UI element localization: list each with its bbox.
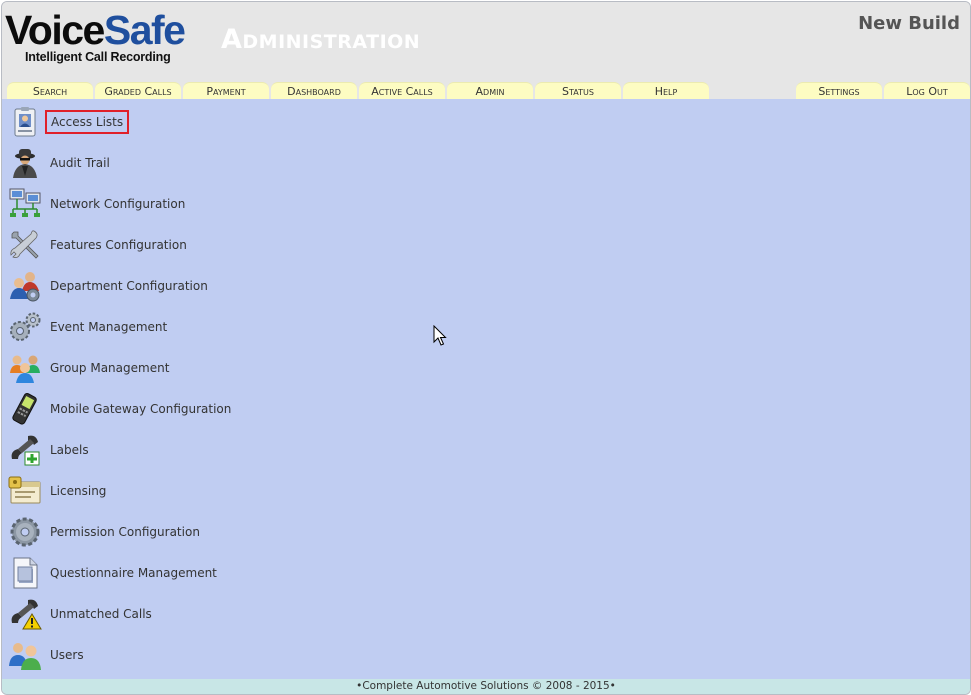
tab-graded-calls[interactable]: Graded Calls <box>95 82 181 100</box>
gears-icon <box>10 312 41 341</box>
mouse-cursor-icon <box>433 325 447 346</box>
menu-label-labels: Labels <box>50 443 89 457</box>
document-icon <box>13 557 38 589</box>
menu-label-audit-trail: Audit Trail <box>50 156 110 170</box>
people-gear-icon <box>10 272 40 302</box>
menu-label-features-configuration: Features Configuration <box>50 238 187 252</box>
menu-label-permission-configuration: Permission Configuration <box>50 525 200 539</box>
menu-label-mobile-gateway-configuration: Mobile Gateway Configuration <box>50 402 232 416</box>
group-people-icon <box>10 355 40 383</box>
network-computers-icon <box>9 188 41 217</box>
logo-tagline: Intelligent Call Recording <box>25 50 171 64</box>
mobile-phone-icon <box>12 393 37 425</box>
menu-label-unmatched-calls: Unmatched Calls <box>50 607 152 621</box>
menu-item-department-configuration[interactable]: Department Configuration <box>8 268 208 304</box>
menu-item-network-configuration[interactable]: Network Configuration <box>8 186 185 222</box>
tab-settings[interactable]: Settings <box>796 82 882 100</box>
menu-item-event-management[interactable]: Event Management <box>8 309 167 345</box>
footer: •Complete Automotive Solutions © 2008 - … <box>2 679 970 694</box>
logo-safe-text: Safe <box>103 7 186 53</box>
tab-active-calls[interactable]: Active Calls <box>359 82 445 100</box>
phone-warning-icon <box>11 599 42 630</box>
menu-item-questionnaire-management[interactable]: Questionnaire Management <box>8 555 217 591</box>
menu-item-licensing[interactable]: Licensing <box>8 473 106 509</box>
page-title: Administration <box>221 24 421 55</box>
menu-label-network-configuration: Network Configuration <box>50 197 186 211</box>
menu-item-users[interactable]: Users <box>8 637 84 673</box>
menu-item-features-configuration[interactable]: Features Configuration <box>8 227 187 263</box>
menu-label-group-management: Group Management <box>50 361 170 375</box>
menu-item-access-lists[interactable]: Access Lists <box>8 104 130 140</box>
id-badge-icon <box>14 107 36 137</box>
voicesafe-logo: VoiceSafe <box>5 6 186 54</box>
menu-item-unmatched-calls[interactable]: Unmatched Calls <box>8 596 152 632</box>
menu-label-access-lists: Access Lists <box>44 110 130 134</box>
tab-log-out[interactable]: Log Out <box>884 82 970 100</box>
menu-label-licensing: Licensing <box>50 484 107 498</box>
users-icon <box>9 643 41 670</box>
phone-add-icon <box>11 435 40 466</box>
tab-help[interactable]: Help <box>623 82 709 100</box>
logo-voice-text: Voice <box>5 7 105 53</box>
menu-label-department-configuration: Department Configuration <box>50 279 208 293</box>
menu-item-audit-trail[interactable]: Audit Trail <box>8 145 110 181</box>
header: VoiceSafe Intelligent Call Recording Adm… <box>2 2 970 100</box>
tab-admin[interactable]: Admin <box>447 82 533 100</box>
menu-item-permission-configuration[interactable]: Permission Configuration <box>8 514 200 550</box>
license-certificate-icon <box>8 476 41 504</box>
tab-status[interactable]: Status <box>535 82 621 100</box>
tab-search[interactable]: Search <box>7 82 93 100</box>
menu-label-users: Users <box>50 648 84 662</box>
menu-label-event-management: Event Management <box>50 320 168 334</box>
tab-payment[interactable]: Payment <box>183 82 269 100</box>
tools-icon <box>10 230 39 259</box>
menu-item-mobile-gateway-configuration[interactable]: Mobile Gateway Configuration <box>8 391 231 427</box>
admin-content: Access Lists Audit Trail Network Configu… <box>2 99 970 679</box>
gear-icon <box>10 517 40 547</box>
menu-item-group-management[interactable]: Group Management <box>8 350 169 386</box>
tab-dashboard[interactable]: Dashboard <box>271 82 357 100</box>
menu-item-labels[interactable]: Labels <box>8 432 89 468</box>
spy-icon <box>13 149 37 178</box>
build-label: New Build <box>858 13 960 34</box>
menu-label-questionnaire-management: Questionnaire Management <box>50 566 217 580</box>
app-window: VoiceSafe Intelligent Call Recording Adm… <box>1 1 971 695</box>
